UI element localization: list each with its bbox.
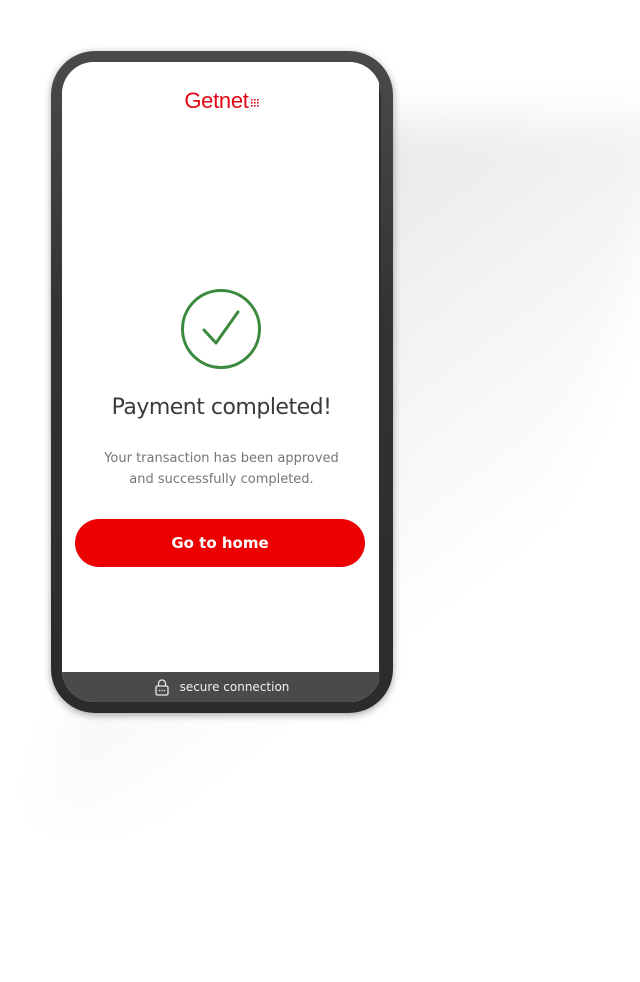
phone-screen: Getnet Payment completed! Your transacti… <box>62 62 381 702</box>
getnet-logo: Getnet <box>62 88 381 118</box>
payment-status-title: Payment completed! <box>111 395 332 420</box>
check-circle-icon <box>180 288 262 370</box>
page-canvas: Getnet Payment completed! Your transacti… <box>0 0 640 982</box>
confirmation-view: Getnet Payment completed! Your transacti… <box>62 62 381 672</box>
phone-frame: Getnet Payment completed! Your transacti… <box>51 51 393 713</box>
go-to-home-button[interactable]: Go to home <box>75 519 365 567</box>
secure-connection-bar: secure connection <box>62 672 381 702</box>
secure-connection-label: secure connection <box>179 680 290 694</box>
payment-status-message: Your transaction has been approved and s… <box>92 448 351 490</box>
message-line-1: Your transaction has been approved <box>104 451 339 466</box>
message-line-2: and successfully completed. <box>129 472 314 487</box>
logo-dots-icon <box>250 92 259 111</box>
logo-text: Getnet <box>184 88 249 113</box>
screen-edge <box>379 62 381 702</box>
lock-icon <box>154 678 170 696</box>
